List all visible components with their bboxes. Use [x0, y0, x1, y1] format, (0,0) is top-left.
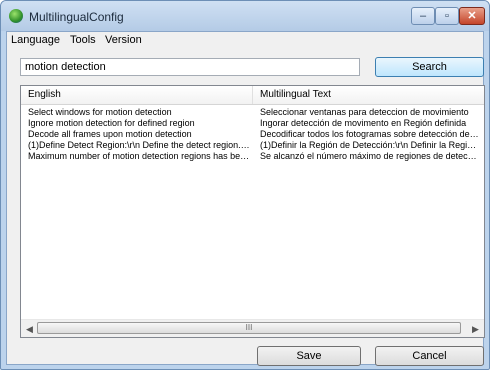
client-area: Language Tools Version Search English Mu…: [6, 31, 485, 366]
scroll-right-icon[interactable]: ▶: [472, 324, 479, 335]
search-button[interactable]: Search: [375, 57, 484, 77]
english-cell: Decode all frames upon motion detection: [28, 129, 192, 139]
column-header-english[interactable]: English: [21, 86, 253, 104]
close-button[interactable]: ✕: [459, 7, 485, 25]
multilingual-cell: Ingorar detección de movimento en Región…: [260, 118, 467, 128]
app-window: MultilingualConfig – ▫ ✕ Language Tools …: [0, 0, 490, 370]
english-cell: Ignore motion detection for defined regi…: [28, 118, 195, 128]
multilingual-cell: Se alcanzó el número máximo de regiones …: [260, 151, 484, 161]
english-cell: Select windows for motion detection: [28, 107, 172, 117]
column-header-multilingual[interactable]: Multilingual Text: [253, 86, 484, 104]
multilingual-cell: (1)Definir la Región de Detección:\r\n D…: [260, 140, 484, 150]
menu-tools[interactable]: Tools: [70, 34, 96, 46]
multilingual-cell: Decodificar todos los fotogramas sobre d…: [260, 129, 484, 139]
english-cell: Maximum number of motion detection regio…: [28, 151, 253, 161]
table-row[interactable]: Maximum number of motion detection regio…: [21, 151, 484, 162]
horizontal-scrollbar[interactable]: ◀ III ▶: [21, 319, 484, 337]
translation-table: English Multilingual Text Select windows…: [20, 85, 485, 338]
english-cell: (1)Define Detect Region:\r\n Define the …: [28, 140, 253, 150]
title-bar[interactable]: MultilingualConfig – ▫ ✕: [1, 1, 489, 31]
maximize-button[interactable]: ▫: [435, 7, 459, 25]
scroll-thumb[interactable]: III: [37, 322, 461, 334]
menu-bar: Language Tools Version: [7, 32, 483, 49]
scroll-left-icon[interactable]: ◀: [26, 324, 33, 335]
cancel-button[interactable]: Cancel: [375, 346, 484, 366]
minimize-button[interactable]: –: [411, 7, 435, 25]
search-input[interactable]: [20, 58, 360, 76]
table-header: English Multilingual Text: [21, 86, 484, 105]
table-row[interactable]: (1)Define Detect Region:\r\n Define the …: [21, 140, 484, 151]
window-title: MultilingualConfig: [29, 10, 124, 24]
table-row[interactable]: Select windows for motion detection Sele…: [21, 107, 484, 118]
save-button[interactable]: Save: [257, 346, 361, 366]
multilingual-cell: Seleccionar ventanas para deteccion de m…: [260, 107, 469, 117]
menu-version[interactable]: Version: [105, 34, 142, 46]
menu-language[interactable]: Language: [11, 34, 60, 46]
app-globe-icon: [9, 9, 23, 23]
table-row[interactable]: Decode all frames upon motion detection …: [21, 129, 484, 140]
table-row[interactable]: Ignore motion detection for defined regi…: [21, 118, 484, 129]
